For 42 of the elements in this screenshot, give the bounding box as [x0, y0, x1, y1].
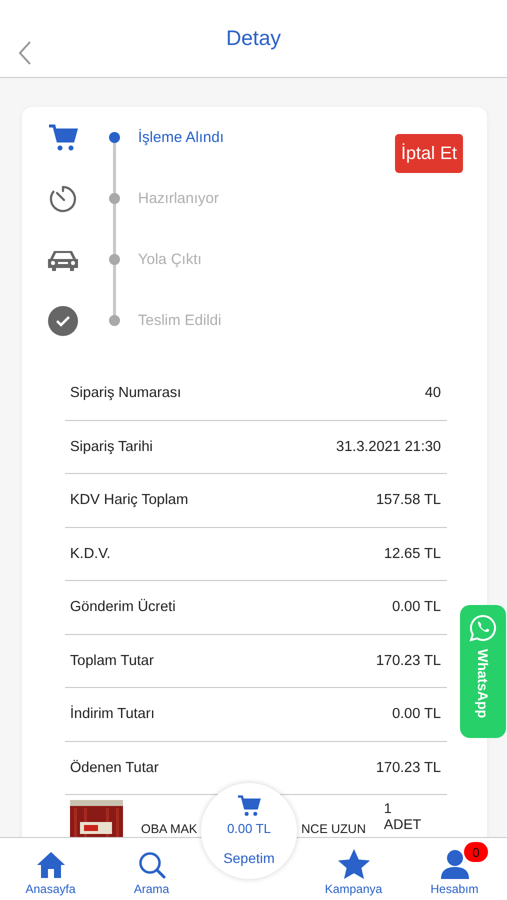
product-quantity: 1	[384, 800, 393, 816]
product-name: OBA MAK	[141, 822, 198, 836]
notification-badge: 0	[464, 842, 488, 862]
timer-icon	[48, 184, 78, 214]
detail-value: 170.23 TL	[376, 760, 441, 776]
car-icon	[47, 248, 79, 270]
step-label: İşleme Alındı	[138, 129, 224, 146]
cart-icon	[48, 124, 78, 152]
detail-label: Gönderim Ücreti	[70, 599, 176, 616]
cart-icon	[237, 795, 261, 817]
nav-tab[interactable]: Anasayfa	[0, 838, 101, 900]
cancel-button[interactable]: İptal Et	[394, 134, 463, 173]
home-icon	[36, 851, 66, 879]
detail-value: 0.00 TL	[392, 599, 441, 616]
detail-label: K.D.V.	[70, 546, 111, 562]
nav-tab[interactable]: Arama	[101, 838, 202, 900]
detail-value: 31.3.2021 21:30	[336, 438, 441, 455]
step-label: Yola Çıktı	[138, 251, 202, 268]
step-label: Hazırlanıyor	[138, 190, 219, 207]
detail-label: İndirim Tutarı	[70, 706, 155, 722]
detail-label: Toplam Tutar	[70, 652, 154, 669]
detail-label: KDV Hariç Toplam	[70, 492, 188, 508]
detail-label: Sipariş Tarihi	[70, 438, 153, 455]
step-label: Teslim Edildi	[138, 312, 222, 329]
detail-label: Sipariş Numarası	[70, 385, 182, 402]
detail-value: 0.00 TL	[392, 706, 441, 722]
star-icon	[338, 849, 370, 879]
check-circle-icon	[48, 306, 78, 336]
search-icon	[138, 851, 166, 879]
nav-tab[interactable]: Kampanya	[303, 838, 404, 900]
detail-value: 157.58 TL	[376, 492, 441, 508]
detail-value: 40	[424, 385, 441, 402]
chevron-left-icon	[18, 40, 32, 66]
detail-value: 12.65 TL	[384, 546, 441, 562]
phone-bubble-icon	[468, 613, 498, 643]
page-title: Detay	[226, 26, 281, 50]
user-icon	[440, 849, 470, 879]
detail-value: 170.23 TL	[376, 652, 441, 669]
product-name: NCE UZUN	[301, 822, 366, 836]
nav-tab[interactable]: Hesabım 0	[404, 838, 505, 900]
product-unit: ADET	[384, 816, 422, 832]
detail-label: Ödenen Tutar	[70, 760, 159, 776]
